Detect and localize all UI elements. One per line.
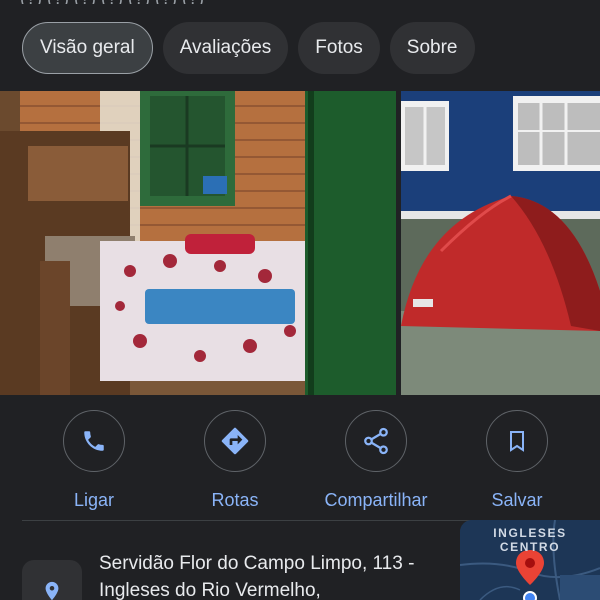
call-action[interactable]: Ligar <box>19 410 169 511</box>
photo-carousel[interactable] <box>0 91 600 395</box>
directions-button[interactable] <box>204 410 266 472</box>
save-action[interactable]: Salvar <box>442 410 592 511</box>
clipped-header-text: (?) (?) (?) (?) (?) (?) (?) <box>20 0 204 4</box>
save-label: Salvar <box>491 490 543 510</box>
directions-label: Rotas <box>211 490 259 510</box>
directions-action[interactable]: Rotas <box>160 410 310 511</box>
address-line-1: Servidão Flor do Campo Limpo, 113 - <box>99 553 415 574</box>
bookmark-icon <box>510 431 524 452</box>
place-details-page: (?) (?) (?) (?) (?) (?) (?) Visão geral … <box>0 0 600 600</box>
tab-reviews[interactable]: Avaliações <box>162 22 289 74</box>
address-text[interactable]: Servidão Flor do Campo Limpo, 113 - Ingl… <box>99 550 444 600</box>
tab-overview[interactable]: Visão geral <box>22 22 153 74</box>
share-action[interactable]: Compartilhar <box>301 410 451 511</box>
tent-photo[interactable] <box>401 91 600 395</box>
bedroom-photo[interactable] <box>0 91 396 395</box>
map-label-line-1: INGLESES <box>493 526 567 540</box>
map-thumbnail[interactable]: INGLESES CENTRO <box>460 520 600 600</box>
address-icon-tile <box>22 560 82 600</box>
address-line-2: Ingleses do Rio Vermelho, <box>99 580 321 600</box>
call-button[interactable] <box>63 410 125 472</box>
tab-about[interactable]: Sobre <box>389 22 475 74</box>
tab-photos[interactable]: Fotos <box>298 22 380 74</box>
action-buttons: Ligar Rotas Compartilhar Salvar <box>0 410 600 520</box>
tab-bar: Visão geral Avaliações Fotos Sobre <box>22 22 475 74</box>
share-label: Compartilhar <box>324 490 428 510</box>
call-label: Ligar <box>73 490 115 510</box>
save-button[interactable] <box>486 410 548 472</box>
share-button[interactable] <box>345 410 407 472</box>
map-label-line-2: CENTRO <box>499 540 561 554</box>
share-icon <box>364 427 388 455</box>
location-pin-icon <box>45 581 59 600</box>
directions-icon <box>221 427 249 455</box>
phone-icon <box>84 431 104 451</box>
